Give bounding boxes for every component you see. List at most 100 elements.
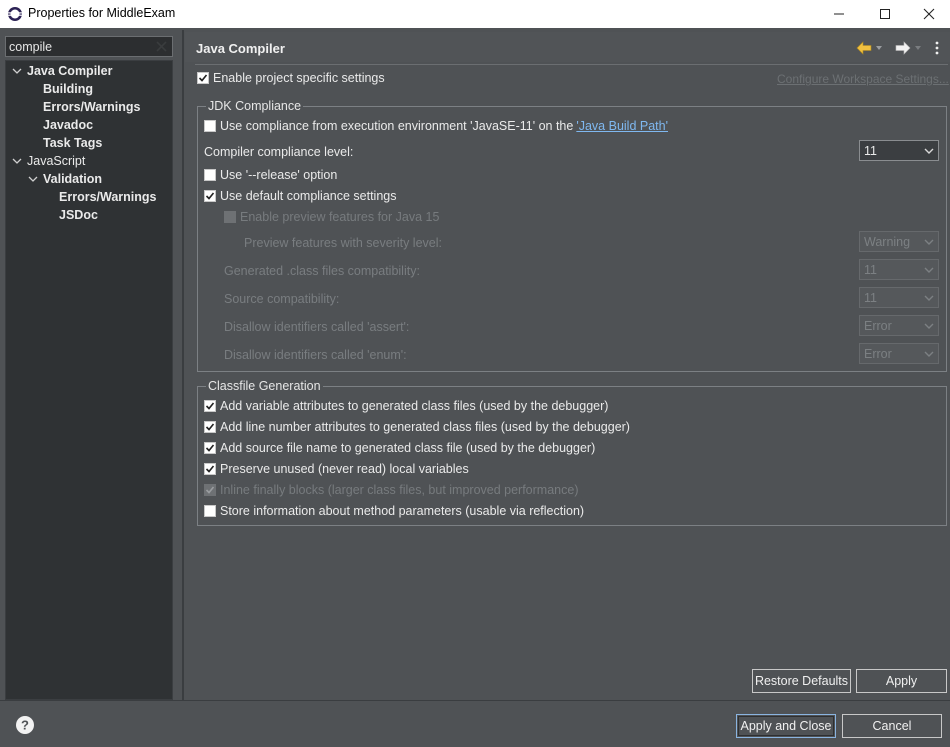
filter-field[interactable] bbox=[5, 36, 173, 57]
checkbox-box[interactable] bbox=[197, 72, 209, 84]
tree-item-javadoc[interactable]: Javadoc bbox=[43, 116, 93, 134]
clear-filter-icon[interactable] bbox=[155, 40, 168, 53]
checkbox-box[interactable] bbox=[204, 505, 216, 517]
generated-class-compat-value: 11 bbox=[864, 263, 877, 277]
tree-item-javascript[interactable]: JavaScript bbox=[27, 152, 85, 170]
chevron-down-icon bbox=[920, 141, 938, 160]
checkbox-box bbox=[204, 484, 216, 496]
checkbox-box[interactable] bbox=[204, 421, 216, 433]
checkbox-box[interactable] bbox=[204, 442, 216, 454]
title-bar: Properties for MiddleExam bbox=[0, 0, 950, 28]
store-method-params-label: Store information about method parameter… bbox=[220, 504, 585, 518]
eclipse-app-icon bbox=[8, 7, 22, 21]
source-compat-select: 11 bbox=[859, 287, 939, 308]
checkmark-icon bbox=[205, 486, 215, 494]
inline-finally-checkbox: Inline finally blocks (larger class file… bbox=[204, 482, 578, 498]
chevron-down-icon[interactable] bbox=[12, 66, 22, 76]
panel-splitter[interactable] bbox=[182, 30, 184, 700]
tree-item-validation[interactable]: Validation bbox=[43, 170, 102, 188]
apply-button[interactable]: Apply bbox=[856, 669, 947, 693]
tree-item-task-tags[interactable]: Task Tags bbox=[43, 134, 102, 152]
compliance-level-label: Compiler compliance level: bbox=[204, 145, 354, 159]
enable-preview-label: Enable preview features for Java 15 bbox=[240, 210, 440, 224]
header-separator bbox=[195, 64, 948, 65]
checkbox-box[interactable] bbox=[204, 400, 216, 412]
tree-item-java-compiler[interactable]: Java Compiler bbox=[27, 62, 112, 80]
java-build-path-link[interactable]: 'Java Build Path' bbox=[576, 119, 668, 133]
forward-arrow-icon[interactable] bbox=[895, 41, 911, 55]
inline-finally-label: Inline finally blocks (larger class file… bbox=[220, 483, 579, 497]
preserve-unused-checkbox[interactable]: Preserve unused (never read) local varia… bbox=[204, 461, 469, 477]
chevron-down-icon bbox=[920, 344, 938, 363]
cancel-button[interactable]: Cancel bbox=[842, 714, 942, 738]
checkbox-box[interactable] bbox=[204, 463, 216, 475]
checkmark-icon bbox=[205, 423, 215, 431]
nav-toolbar bbox=[856, 38, 940, 58]
configure-workspace-link: Configure Workspace Settings... bbox=[777, 72, 949, 86]
chevron-down-icon[interactable] bbox=[12, 156, 22, 166]
chevron-down-icon[interactable] bbox=[875, 44, 883, 52]
variable-attributes-label: Add variable attributes to generated cla… bbox=[220, 399, 609, 413]
page-title: Java Compiler bbox=[196, 41, 285, 56]
tree-item-js-errors-warnings[interactable]: Errors/Warnings bbox=[59, 188, 156, 206]
close-button[interactable] bbox=[906, 0, 950, 28]
use-release-option-label: Use '--release' option bbox=[220, 168, 338, 182]
apply-and-close-button[interactable]: Apply and Close bbox=[736, 714, 836, 738]
use-default-compliance-label: Use default compliance settings bbox=[220, 189, 397, 203]
generated-class-compat-label: Generated .class files compatibility: bbox=[224, 264, 420, 278]
source-file-name-checkbox[interactable]: Add source file name to generated class … bbox=[204, 440, 595, 456]
minimize-button[interactable] bbox=[816, 0, 862, 28]
chevron-down-icon[interactable] bbox=[914, 44, 922, 52]
use-release-option-checkbox[interactable]: Use '--release' option bbox=[204, 167, 337, 183]
preview-severity-select: Warning bbox=[859, 231, 939, 252]
enable-project-settings-label: Enable project specific settings bbox=[213, 71, 385, 85]
source-file-name-label: Add source file name to generated class … bbox=[220, 441, 596, 455]
help-icon[interactable]: ? bbox=[15, 715, 35, 735]
restore-defaults-button[interactable]: Restore Defaults bbox=[752, 669, 851, 693]
disallow-enum-select: Error bbox=[859, 343, 939, 364]
minimize-icon bbox=[834, 13, 844, 15]
chevron-down-icon[interactable] bbox=[28, 174, 38, 184]
use-default-compliance-checkbox[interactable]: Use default compliance settings bbox=[204, 188, 396, 204]
store-method-params-checkbox[interactable]: Store information about method parameter… bbox=[204, 503, 584, 519]
view-menu-icon[interactable] bbox=[934, 40, 940, 56]
chevron-down-icon bbox=[920, 232, 938, 251]
checkbox-box[interactable] bbox=[204, 120, 216, 132]
line-number-attributes-checkbox[interactable]: Add line number attributes to generated … bbox=[204, 419, 630, 435]
jdk-compliance-label: JDK Compliance bbox=[206, 99, 304, 113]
bottom-separator bbox=[0, 700, 950, 701]
source-compat-value: 11 bbox=[864, 291, 877, 305]
maximize-button[interactable] bbox=[862, 0, 908, 28]
enable-project-settings-checkbox[interactable]: Enable project specific settings bbox=[197, 70, 385, 86]
checkbox-box[interactable] bbox=[204, 190, 216, 202]
compliance-level-value: 11 bbox=[864, 144, 877, 158]
chevron-down-icon bbox=[920, 260, 938, 279]
tree-item-errors-warnings[interactable]: Errors/Warnings bbox=[43, 98, 140, 116]
source-compat-label: Source compatibility: bbox=[224, 292, 340, 306]
preview-severity-label: Preview features with severity level: bbox=[244, 236, 442, 250]
enable-preview-checkbox: Enable preview features for Java 15 bbox=[224, 209, 439, 225]
chevron-down-icon bbox=[920, 288, 938, 307]
line-number-attributes-label: Add line number attributes to generated … bbox=[220, 420, 630, 434]
maximize-icon bbox=[880, 9, 890, 19]
filter-input[interactable] bbox=[6, 37, 146, 56]
checkbox-box[interactable] bbox=[204, 169, 216, 181]
back-arrow-icon[interactable] bbox=[856, 41, 872, 55]
classfile-generation-label: Classfile Generation bbox=[206, 379, 323, 393]
use-execution-env-compliance-label: Use compliance from execution environmen… bbox=[220, 119, 574, 133]
disallow-assert-select: Error bbox=[859, 315, 939, 336]
tree-item-building[interactable]: Building bbox=[43, 80, 93, 98]
checkbox-box bbox=[224, 211, 236, 223]
disallow-enum-value: Error bbox=[864, 347, 892, 361]
disallow-assert-label: Disallow identifiers called 'assert': bbox=[224, 320, 410, 334]
compliance-level-select[interactable]: 11 bbox=[859, 140, 939, 161]
disallow-assert-value: Error bbox=[864, 319, 892, 333]
tree-item-jsdoc[interactable]: JSDoc bbox=[59, 206, 98, 224]
use-execution-env-compliance-checkbox[interactable]: Use compliance from execution environmen… bbox=[204, 118, 668, 134]
checkmark-icon bbox=[205, 465, 215, 473]
generated-class-compat-select: 11 bbox=[859, 259, 939, 280]
checkmark-icon bbox=[198, 74, 208, 82]
preview-severity-value: Warning bbox=[864, 235, 911, 249]
checkmark-icon bbox=[205, 402, 215, 410]
variable-attributes-checkbox[interactable]: Add variable attributes to generated cla… bbox=[204, 398, 608, 414]
